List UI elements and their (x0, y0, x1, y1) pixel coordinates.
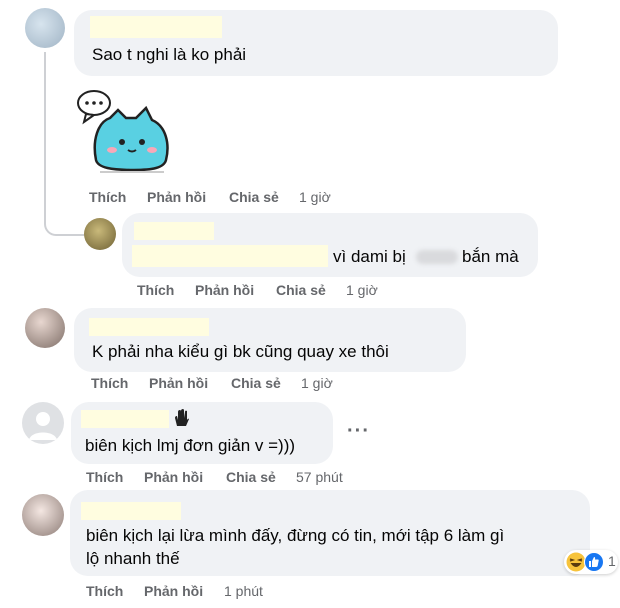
like-button[interactable]: Thích (91, 375, 128, 391)
comment-text-line2: lộ nhanh thế (86, 549, 180, 568)
laugh-reaction-icon (566, 552, 586, 572)
avatar[interactable] (22, 494, 64, 536)
comment-time[interactable]: 57 phút (296, 469, 343, 485)
comment-text: vì dami bị (333, 247, 406, 266)
comment-text: K phải nha kiểu gì bk cũng quay xe thôi (92, 342, 389, 361)
share-button[interactable]: Chia sẻ (226, 469, 276, 485)
commenter-name[interactable] (90, 16, 222, 38)
commenter-name[interactable] (81, 410, 169, 428)
like-button[interactable]: Thích (89, 189, 126, 205)
reply-button[interactable]: Phản hồi (149, 375, 208, 391)
reaction-summary[interactable]: 1 (564, 550, 618, 574)
like-button[interactable]: Thích (86, 583, 123, 599)
commenter-name[interactable] (134, 222, 214, 240)
avatar[interactable] (84, 218, 116, 250)
share-button[interactable]: Chia sẻ (231, 375, 281, 391)
cat-blob-sticker (77, 90, 169, 173)
comment-time[interactable]: 1 giờ (346, 282, 378, 298)
reply-thread-line (44, 52, 86, 236)
comment-time[interactable]: 1 giờ (299, 189, 331, 205)
like-reaction-icon (584, 552, 604, 572)
comment-time[interactable]: 1 giờ (301, 375, 333, 391)
like-button[interactable]: Thích (86, 469, 123, 485)
blurred-word (416, 250, 458, 264)
reply-button[interactable]: Phản hồi (144, 583, 203, 599)
avatar[interactable] (25, 308, 65, 348)
share-button[interactable]: Chia sẻ (276, 282, 326, 298)
redacted-text (132, 245, 328, 267)
reply-button[interactable]: Phản hồi (147, 189, 206, 205)
like-button[interactable]: Thích (137, 282, 174, 298)
commenter-name[interactable] (89, 318, 209, 336)
comment-text-line1: biên kịch lại lừa mình đấy, đừng có tin,… (86, 526, 505, 545)
avatar[interactable] (22, 402, 64, 444)
commenter-name[interactable] (81, 502, 181, 520)
default-avatar-icon (29, 412, 57, 440)
avatar[interactable] (25, 8, 65, 48)
more-options-button[interactable]: ··· (347, 420, 370, 443)
reply-button[interactable]: Phản hồi (144, 469, 203, 485)
comment-time[interactable]: 1 phút (224, 583, 263, 599)
reply-button[interactable]: Phản hồi (195, 282, 254, 298)
comment-text: bắn mà (462, 247, 519, 266)
reaction-count: 1 (608, 553, 616, 569)
share-button[interactable]: Chia sẻ (229, 189, 279, 205)
comment-text: biên kịch lmj đơn giản v =))) (85, 436, 296, 455)
comment-text: Sao t nghi là ko phải (92, 45, 247, 64)
wave-hand-icon (175, 409, 189, 426)
